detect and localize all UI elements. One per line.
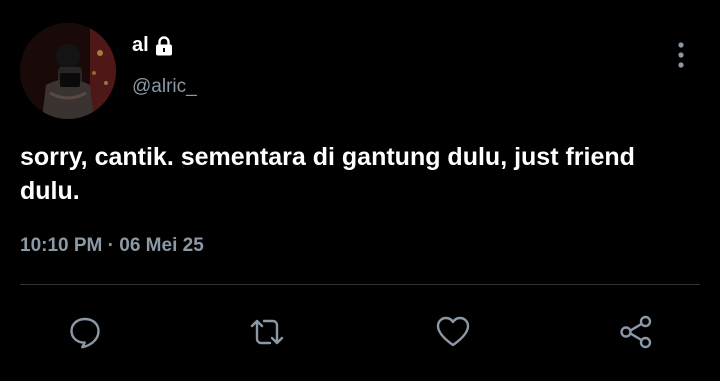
action-bar bbox=[0, 310, 720, 354]
share-button[interactable] bbox=[614, 310, 658, 354]
divider bbox=[20, 284, 700, 285]
user-handle[interactable]: @alric_ bbox=[132, 76, 197, 98]
avatar[interactable] bbox=[20, 23, 116, 119]
like-button[interactable] bbox=[431, 310, 475, 354]
avatar-photo bbox=[20, 23, 116, 119]
tweet-text: sorry, cantik. sementara di gantung dulu… bbox=[20, 143, 635, 205]
share-icon bbox=[620, 315, 652, 349]
display-name[interactable]: al bbox=[132, 34, 149, 57]
reply-button[interactable] bbox=[63, 310, 107, 354]
lock-icon bbox=[155, 35, 173, 56]
retweet-button[interactable] bbox=[245, 310, 289, 354]
speech-bubble-icon bbox=[70, 317, 100, 349]
tweet-timestamp[interactable]: 10:10 PM · 06 Mei 25 bbox=[20, 235, 204, 257]
name-row[interactable]: al bbox=[132, 34, 173, 57]
retweet-icon bbox=[250, 319, 284, 345]
heart-icon bbox=[436, 316, 470, 347]
more-vertical-icon bbox=[678, 42, 684, 68]
more-options-button[interactable] bbox=[670, 40, 692, 70]
